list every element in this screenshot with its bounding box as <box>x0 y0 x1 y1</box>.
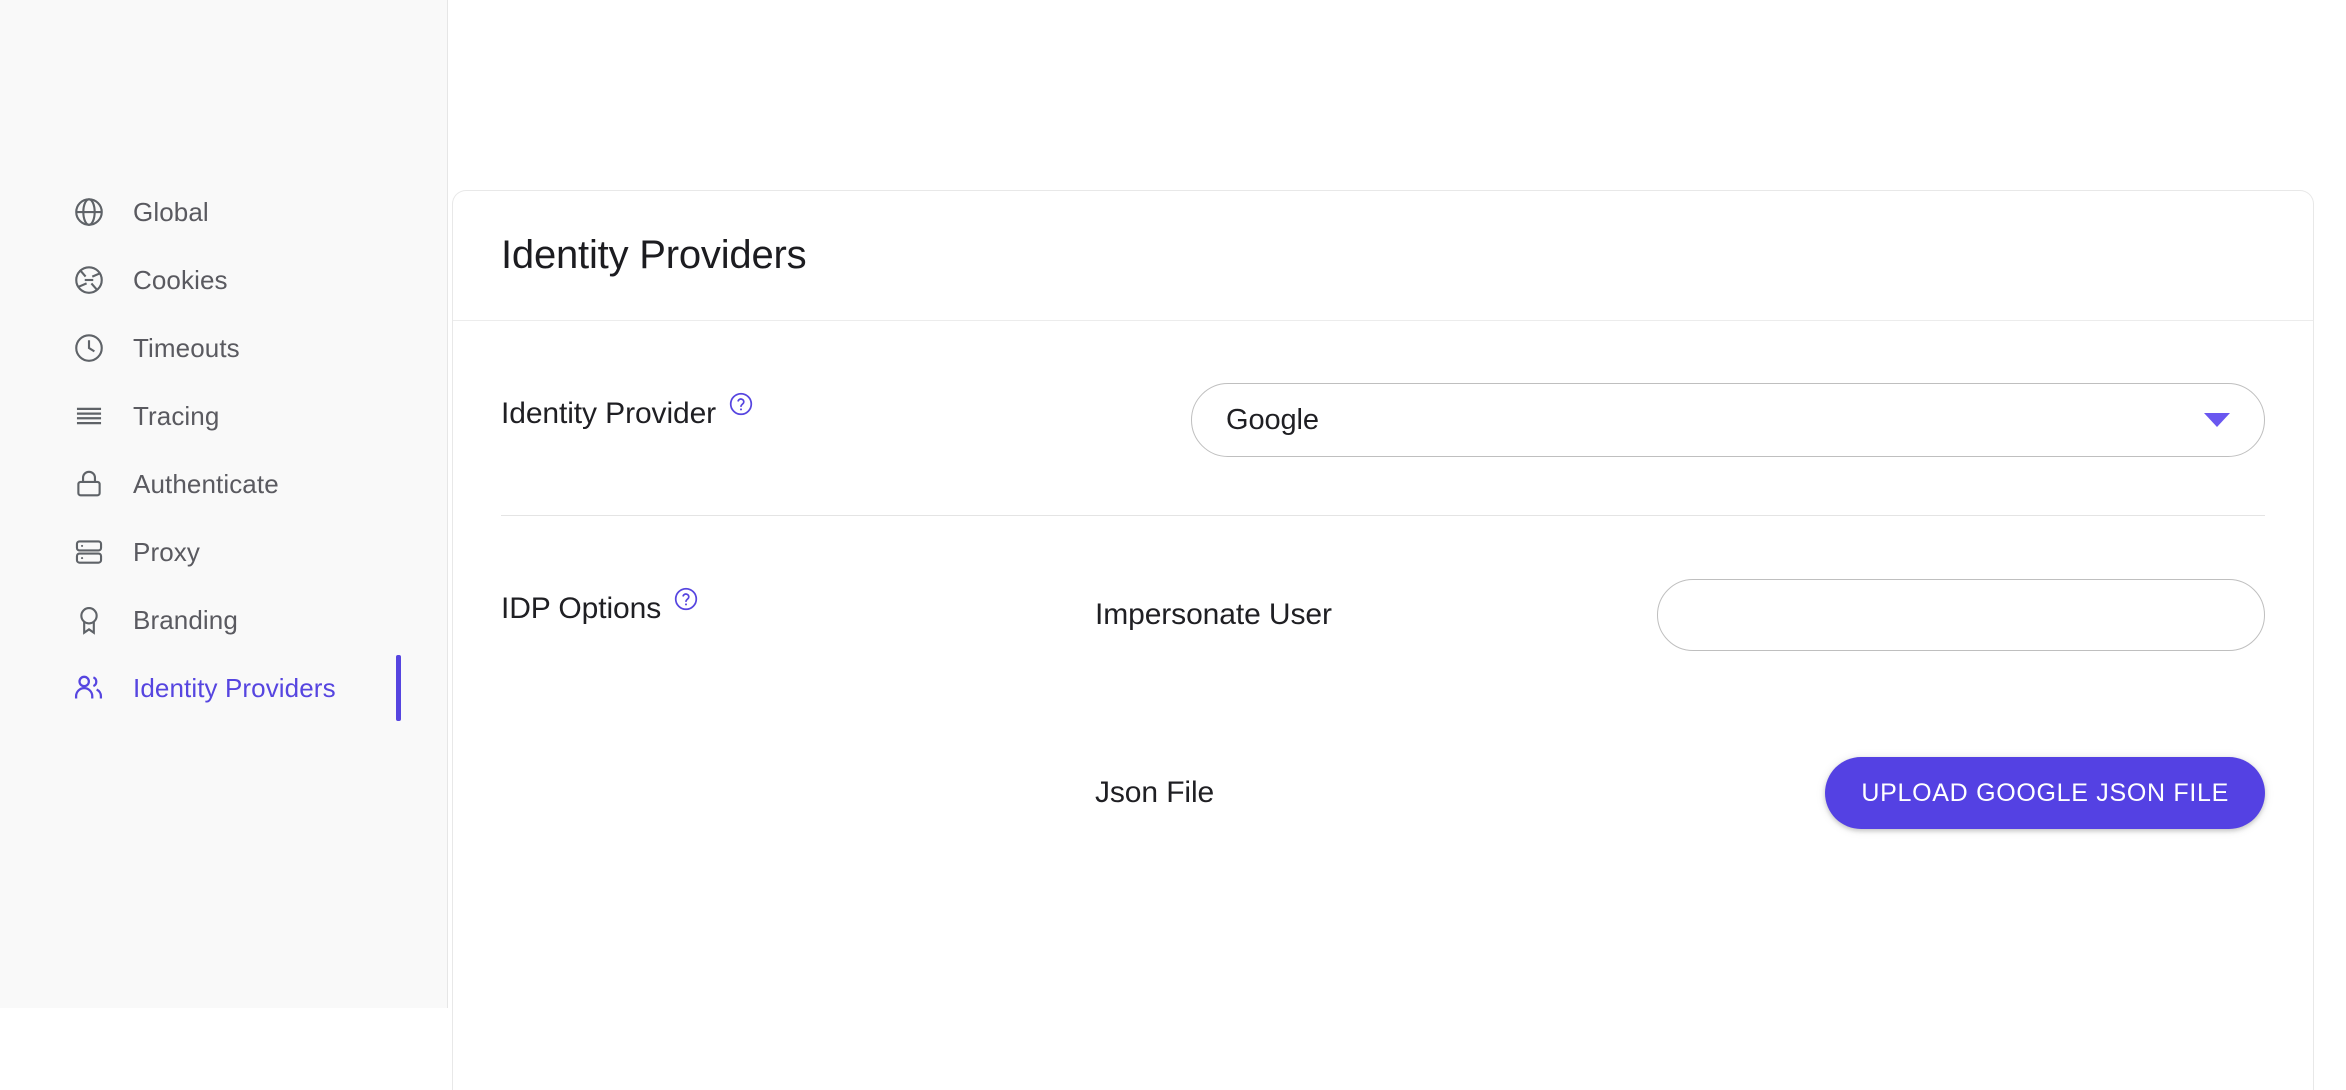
sidebar-item-tracing[interactable]: Tracing <box>0 382 448 450</box>
sidebar-item-global[interactable]: Global <box>0 178 448 246</box>
json-file-control: UPLOAD GOOGLE JSON FILE <box>1483 757 2265 829</box>
identity-provider-label-wrap: Identity Provider <box>501 392 754 431</box>
identity-provider-row: Identity Provider Google <box>501 321 2265 457</box>
sidebar-item-label: Cookies <box>133 264 228 295</box>
menu-lines-icon <box>72 399 106 433</box>
sidebar-item-label: Tracing <box>133 400 220 431</box>
sidebar-item-label: Authenticate <box>133 468 279 499</box>
card-title: Identity Providers <box>501 233 807 277</box>
identity-provider-selected-value: Google <box>1226 403 1319 436</box>
lock-icon <box>72 467 106 501</box>
sidebar-item-label: Global <box>133 196 209 227</box>
aperture-icon <box>72 263 106 297</box>
sidebar-item-identity-providers[interactable]: Identity Providers <box>0 654 448 722</box>
json-file-row: Json File UPLOAD GOOGLE JSON FILE <box>1095 756 2265 830</box>
upload-google-json-file-button[interactable]: UPLOAD GOOGLE JSON FILE <box>1825 757 2265 829</box>
card-body: Identity Provider Google IDP Options Imp… <box>453 321 2313 830</box>
chevron-down-icon <box>2204 413 2230 427</box>
identity-provider-label-col: Identity Provider <box>501 383 1095 431</box>
help-circle-icon[interactable] <box>728 391 754 417</box>
sidebar-item-label: Timeouts <box>133 332 240 363</box>
sidebar-item-authenticate[interactable]: Authenticate <box>0 450 448 518</box>
help-circle-icon[interactable] <box>673 586 699 612</box>
active-indicator <box>396 655 401 721</box>
server-icon <box>72 535 106 569</box>
identity-providers-card: Identity Providers Identity Provider Goo… <box>452 190 2314 1090</box>
card-header: Identity Providers <box>453 191 2313 321</box>
identity-provider-select[interactable]: Google <box>1191 383 2265 457</box>
impersonate-user-label: Impersonate User <box>1095 598 1332 631</box>
idp-options-label-col: IDP Options <box>501 578 1095 626</box>
award-icon <box>72 603 106 637</box>
idp-options-row: IDP Options Impersonate User Json File U… <box>501 516 2265 830</box>
settings-page: Settings Global <box>0 0 2346 1090</box>
clock-icon <box>72 331 106 365</box>
users-icon <box>72 671 106 705</box>
sidebar-item-proxy[interactable]: Proxy <box>0 518 448 586</box>
settings-sidebar: Global Cookies Timeouts Tracing Authenti… <box>0 0 448 1008</box>
impersonate-user-input[interactable] <box>1657 579 2265 651</box>
sidebar-item-label: Branding <box>133 604 238 635</box>
identity-provider-label: Identity Provider <box>501 397 717 430</box>
impersonate-user-control <box>1483 579 2265 651</box>
idp-options-block: Impersonate User Json File UPLOAD GOOGLE… <box>1095 578 2265 830</box>
sidebar-item-branding[interactable]: Branding <box>0 586 448 654</box>
sidebar-item-label: Identity Providers <box>133 672 336 703</box>
idp-options-label-wrap: IDP Options <box>501 587 699 626</box>
sidebar-item-cookies[interactable]: Cookies <box>0 246 448 314</box>
identity-provider-control-col: Google <box>1095 383 2265 457</box>
impersonate-user-row: Impersonate User <box>1095 578 2265 652</box>
sidebar-item-label: Proxy <box>133 536 200 567</box>
idp-options-label: IDP Options <box>501 592 662 625</box>
globe-icon <box>72 195 106 229</box>
sidebar-item-timeouts[interactable]: Timeouts <box>0 314 448 382</box>
json-file-label: Json File <box>1095 776 1215 809</box>
sidebar-nav-list: Global Cookies Timeouts Tracing Authenti… <box>0 178 448 722</box>
